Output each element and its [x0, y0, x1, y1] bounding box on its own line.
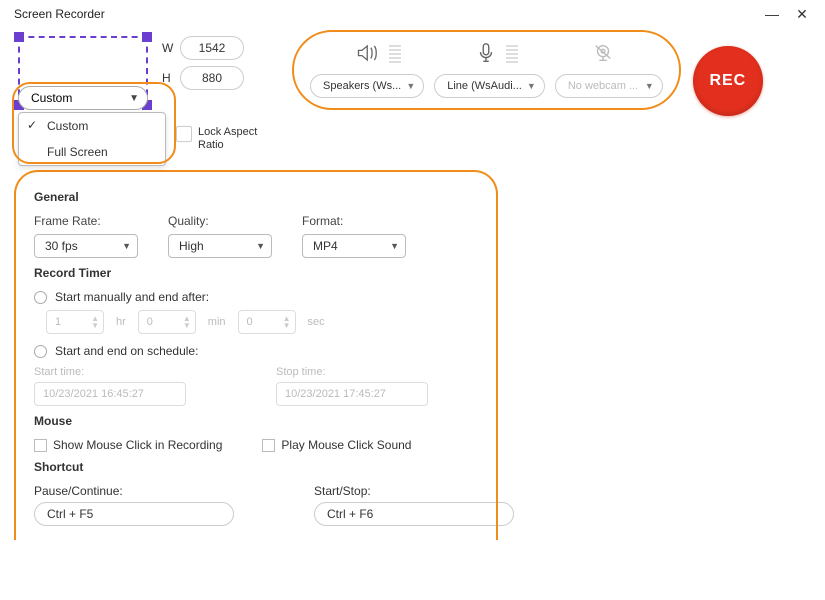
start-shortcut-label: Start/Stop:: [314, 484, 371, 498]
check-icon: ✓: [27, 118, 37, 132]
resize-handle-tl[interactable]: [14, 32, 24, 42]
frame-rate-label: Frame Rate:: [34, 214, 138, 228]
start-time-input[interactable]: 10/23/2021 16:45:27: [34, 382, 186, 406]
window-title: Screen Recorder: [8, 7, 757, 21]
title-bar: Screen Recorder — ✕: [0, 0, 825, 28]
chevron-down-icon: ▼: [527, 81, 536, 91]
start-time-label: Start time:: [34, 366, 84, 378]
height-input[interactable]: [180, 66, 244, 90]
seconds-stepper[interactable]: 0▲▼: [238, 310, 296, 334]
start-shortcut-input[interactable]: Ctrl + F6: [314, 502, 514, 526]
minutes-stepper[interactable]: 0▲▼: [138, 310, 196, 334]
lock-aspect-label: Lock Aspect Ratio: [198, 126, 268, 152]
mic-level-bars: [506, 43, 518, 63]
speaker-level-bars: [389, 43, 401, 63]
timer-heading: Record Timer: [34, 266, 478, 280]
chevron-down-icon: ▼: [256, 241, 265, 251]
play-sound-checkbox[interactable]: [262, 439, 275, 452]
chevron-down-icon: ▼: [129, 93, 139, 104]
dimension-inputs: W H Lock Aspect Ratio: [162, 36, 268, 152]
general-heading: General: [34, 190, 478, 204]
frame-rate-select[interactable]: 30 fps▼: [34, 234, 138, 258]
mic-icon-cell: [472, 42, 518, 64]
hours-stepper[interactable]: 1▲▼: [46, 310, 104, 334]
chevron-down-icon: ▼: [645, 81, 654, 91]
stop-time-label: Stop time:: [276, 366, 326, 378]
format-label: Format:: [302, 214, 406, 228]
mic-select[interactable]: Line (WsAudi...▼: [434, 74, 545, 98]
height-label: H: [162, 71, 180, 85]
webcam-select[interactable]: No webcam ...▼: [555, 74, 663, 98]
schedule-radio[interactable]: [34, 345, 47, 358]
minutes-unit: min: [208, 316, 226, 328]
close-button[interactable]: ✕: [787, 6, 817, 23]
chevron-down-icon: ▼: [406, 81, 415, 91]
pause-shortcut-label: Pause/Continue:: [34, 484, 123, 498]
webcam-icon-cell: [589, 42, 617, 64]
hours-unit: hr: [116, 316, 126, 328]
lock-aspect-icon[interactable]: [176, 126, 192, 142]
minimize-button[interactable]: —: [757, 6, 787, 22]
speaker-icon-cell: [355, 42, 401, 64]
settings-panel-wrap: General Frame Rate: 30 fps▼ Quality: Hig…: [16, 172, 496, 538]
resize-handle-tr[interactable]: [142, 32, 152, 42]
manual-end-radio[interactable]: [34, 291, 47, 304]
chevron-down-icon: ▼: [390, 241, 399, 251]
manual-end-label: Start manually and end after:: [55, 290, 209, 304]
show-click-label: Show Mouse Click in Recording: [53, 438, 222, 452]
size-mode-wrap: Custom ▼ ✓Custom Full Screen: [18, 86, 166, 166]
quality-label: Quality:: [168, 214, 272, 228]
size-option-fullscreen[interactable]: Full Screen: [19, 139, 165, 165]
width-input[interactable]: [180, 36, 244, 60]
mouse-heading: Mouse: [34, 414, 478, 428]
microphone-icon: [472, 42, 500, 64]
sources-group: Speakers (Ws...▼ Line (WsAudi...▼ No web…: [302, 36, 671, 104]
webcam-off-icon: [589, 42, 617, 64]
size-mode-dropdown: ✓Custom Full Screen: [18, 112, 166, 166]
format-select[interactable]: MP4▼: [302, 234, 406, 258]
width-label: W: [162, 41, 180, 55]
play-sound-label: Play Mouse Click Sound: [281, 438, 411, 452]
seconds-unit: sec: [308, 316, 325, 328]
schedule-label: Start and end on schedule:: [55, 344, 198, 358]
stop-time-input[interactable]: 10/23/2021 17:45:27: [276, 382, 428, 406]
show-click-checkbox[interactable]: [34, 439, 47, 452]
size-mode-select[interactable]: Custom ▼: [18, 86, 148, 110]
speaker-icon: [355, 42, 383, 64]
quality-select[interactable]: High▼: [168, 234, 272, 258]
speaker-select[interactable]: Speakers (Ws...▼: [310, 74, 424, 98]
shortcut-heading: Shortcut: [34, 460, 478, 474]
pause-shortcut-input[interactable]: Ctrl + F5: [34, 502, 234, 526]
settings-panel: General Frame Rate: 30 fps▼ Quality: Hig…: [16, 172, 496, 538]
chevron-down-icon: ▼: [122, 241, 131, 251]
size-option-custom[interactable]: ✓Custom: [19, 113, 165, 139]
record-button[interactable]: REC: [693, 46, 763, 116]
